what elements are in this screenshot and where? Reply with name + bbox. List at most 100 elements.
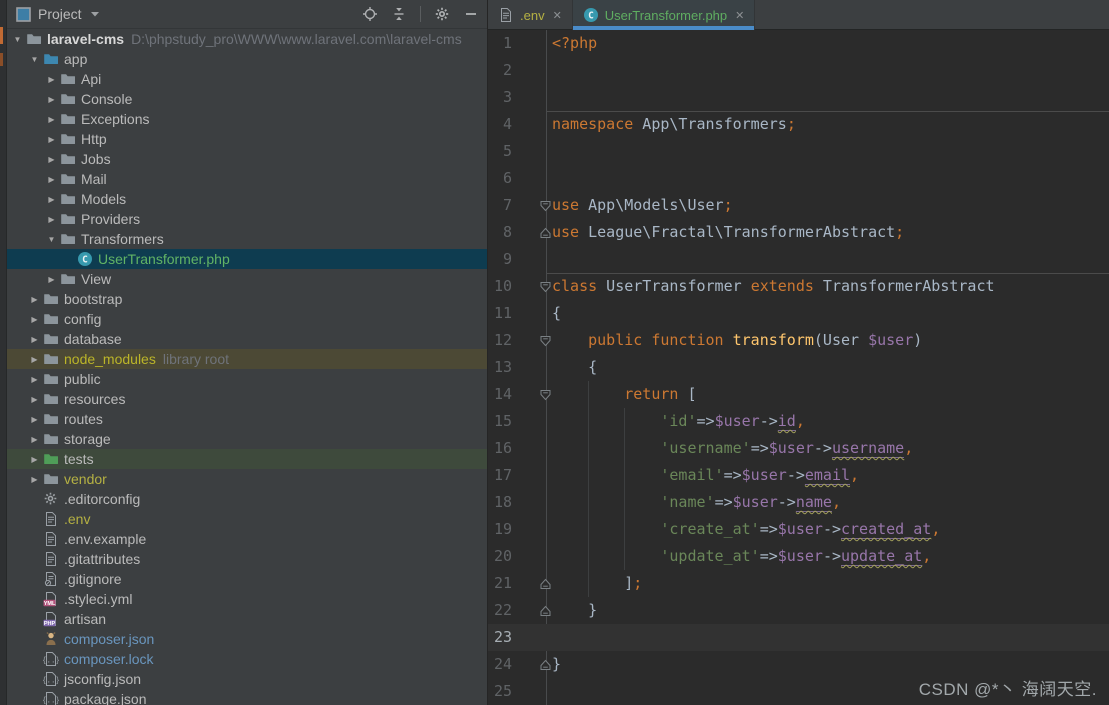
tree-item-resources[interactable]: ▶ resources <box>7 389 487 409</box>
fold-marker-icon[interactable] <box>540 578 551 590</box>
tree-item-tests[interactable]: ▶ tests <box>7 449 487 469</box>
tree-item-http[interactable]: ▶ Http <box>7 129 487 149</box>
tree-item-public[interactable]: ▶ public <box>7 369 487 389</box>
locate-icon[interactable] <box>362 6 378 22</box>
tree-item-view[interactable]: ▶ View <box>7 269 487 289</box>
code-editor[interactable]: 1 <?php 2 3 4 namespace App\Transformers; 5 6 7 u… <box>488 30 1109 705</box>
settings-gear-icon[interactable] <box>434 6 450 22</box>
code-line-3[interactable]: 3 <box>488 84 1109 111</box>
code-line-18[interactable]: 18 'name'=>$user->name, <box>488 489 1109 516</box>
collapsed-arrow-icon[interactable]: ▶ <box>43 275 60 284</box>
hide-icon[interactable] <box>463 6 479 22</box>
collapsed-arrow-icon[interactable]: ▶ <box>26 455 43 464</box>
collapsed-arrow-icon[interactable]: ▶ <box>26 375 43 384</box>
code-line-16[interactable]: 16 'username'=>$user->username, <box>488 435 1109 462</box>
collapsed-arrow-icon[interactable]: ▶ <box>26 295 43 304</box>
tree-item-storage[interactable]: ▶ storage <box>7 429 487 449</box>
tree-item-transformers[interactable]: ▼ Transformers <box>7 229 487 249</box>
tree-item-styleci-yml[interactable]: YML .styleci.yml <box>7 589 487 609</box>
tree-item-models[interactable]: ▶ Models <box>7 189 487 209</box>
close-icon[interactable]: ✕ <box>735 9 744 22</box>
tree-item-laravel-cms[interactable]: ▼ laravel-cms D:\phpstudy_pro\WWW\www.lara… <box>7 29 487 49</box>
collapsed-arrow-icon[interactable]: ▶ <box>26 395 43 404</box>
fold-marker-icon[interactable] <box>540 281 551 293</box>
tree-item-database[interactable]: ▶ database <box>7 329 487 349</box>
code-line-2[interactable]: 2 <box>488 57 1109 84</box>
tree-item-providers[interactable]: ▶ Providers <box>7 209 487 229</box>
collapsed-arrow-icon[interactable]: ▶ <box>26 435 43 444</box>
code-line-19[interactable]: 19 'create_at'=>$user->created_at, <box>488 516 1109 543</box>
collapsed-arrow-icon[interactable]: ▶ <box>26 475 43 484</box>
fold-marker-icon[interactable] <box>540 389 551 401</box>
project-panel-title[interactable]: Project <box>38 6 82 22</box>
code-line-12[interactable]: 12 public function transform(User $user) <box>488 327 1109 354</box>
code-line-5[interactable]: 5 <box>488 138 1109 165</box>
code-line-8[interactable]: 8 use League\Fractal\TransformerAbstract; <box>488 219 1109 246</box>
close-icon[interactable]: ✕ <box>553 9 562 22</box>
code-line-14[interactable]: 14 return [ <box>488 381 1109 408</box>
expanded-arrow-icon[interactable]: ▼ <box>26 55 43 64</box>
code-line-13[interactable]: 13 { <box>488 354 1109 381</box>
code-line-4[interactable]: 4 namespace App\Transformers; <box>488 111 1109 138</box>
tree-item-env[interactable]: .env <box>7 509 487 529</box>
collapsed-arrow-icon[interactable]: ▶ <box>26 355 43 364</box>
tree-item-api[interactable]: ▶ Api <box>7 69 487 89</box>
fold-marker-icon[interactable] <box>540 200 551 212</box>
code-line-9[interactable]: 9 <box>488 246 1109 273</box>
collapsed-arrow-icon[interactable]: ▶ <box>43 95 60 104</box>
tree-item-vendor[interactable]: ▶ vendor <box>7 469 487 489</box>
fold-marker-icon[interactable] <box>540 335 551 347</box>
tree-item-label: artisan <box>64 611 107 627</box>
collapse-all-icon[interactable] <box>391 6 407 22</box>
tree-item-editorconfig[interactable]: .editorconfig <box>7 489 487 509</box>
collapsed-arrow-icon[interactable]: ▶ <box>43 175 60 184</box>
tree-item-composer-lock[interactable]: {..} composer.lock <box>7 649 487 669</box>
code-line-21[interactable]: 21 ]; <box>488 570 1109 597</box>
collapsed-arrow-icon[interactable]: ▶ <box>43 115 60 124</box>
tree-item-composer-json[interactable]: composer.json <box>7 629 487 649</box>
code-line-24[interactable]: 24} <box>488 651 1109 678</box>
tree-item-env-example[interactable]: .env.example <box>7 529 487 549</box>
tree-item-package-json[interactable]: {..} package.json <box>7 689 487 705</box>
fold-marker-icon[interactable] <box>540 605 551 617</box>
tree-item-routes[interactable]: ▶ routes <box>7 409 487 429</box>
tree-item-exceptions[interactable]: ▶ Exceptions <box>7 109 487 129</box>
tree-item-jobs[interactable]: ▶ Jobs <box>7 149 487 169</box>
code-line-7[interactable]: 7 use App\Models\User; <box>488 192 1109 219</box>
tree-item-mail[interactable]: ▶ Mail <box>7 169 487 189</box>
collapsed-arrow-icon[interactable]: ▶ <box>43 195 60 204</box>
tree-item-config[interactable]: ▶ config <box>7 309 487 329</box>
code-line-22[interactable]: 22 } <box>488 597 1109 624</box>
tab-env[interactable]: .env ✕ <box>488 0 573 30</box>
code-line-1[interactable]: 1 <?php <box>488 30 1109 57</box>
chevron-down-icon[interactable] <box>90 10 100 18</box>
fold-marker-icon[interactable] <box>540 659 551 671</box>
collapsed-arrow-icon[interactable]: ▶ <box>26 315 43 324</box>
tree-item-gitignore[interactable]: .gitignore <box>7 569 487 589</box>
collapsed-arrow-icon[interactable]: ▶ <box>43 75 60 84</box>
collapsed-arrow-icon[interactable]: ▶ <box>43 155 60 164</box>
collapsed-arrow-icon[interactable]: ▶ <box>43 215 60 224</box>
tree-item-bootstrap[interactable]: ▶ bootstrap <box>7 289 487 309</box>
expanded-arrow-icon[interactable]: ▼ <box>43 235 60 244</box>
tree-item-node-modules[interactable]: ▶ node_modules library root <box>7 349 487 369</box>
tab-usertransformer-php[interactable]: C UserTransformer.php ✕ <box>572 0 756 30</box>
code-line-11[interactable]: 11 { <box>488 300 1109 327</box>
tree-item-console[interactable]: ▶ Console <box>7 89 487 109</box>
code-line-20[interactable]: 20 'update_at'=>$user->update_at, <box>488 543 1109 570</box>
collapsed-arrow-icon[interactable]: ▶ <box>26 335 43 344</box>
expanded-arrow-icon[interactable]: ▼ <box>9 35 26 44</box>
code-line-15[interactable]: 15 'id'=>$user->id, <box>488 408 1109 435</box>
tree-item-gitattributes[interactable]: .gitattributes <box>7 549 487 569</box>
tree-item-usertransformer-php[interactable]: C UserTransformer.php <box>7 249 487 269</box>
code-line-6[interactable]: 6 <box>488 165 1109 192</box>
fold-marker-icon[interactable] <box>540 227 551 239</box>
tree-item-artisan[interactable]: PHP artisan <box>7 609 487 629</box>
code-line-10[interactable]: 10 class UserTransformer extends Transfor… <box>488 273 1109 300</box>
code-line-23[interactable]: 23 <box>488 624 1109 651</box>
collapsed-arrow-icon[interactable]: ▶ <box>26 415 43 424</box>
collapsed-arrow-icon[interactable]: ▶ <box>43 135 60 144</box>
tree-item-app[interactable]: ▼ app <box>7 49 487 69</box>
tree-item-jsconfig-json[interactable]: {..} jsconfig.json <box>7 669 487 689</box>
code-line-17[interactable]: 17 'email'=>$user->email, <box>488 462 1109 489</box>
